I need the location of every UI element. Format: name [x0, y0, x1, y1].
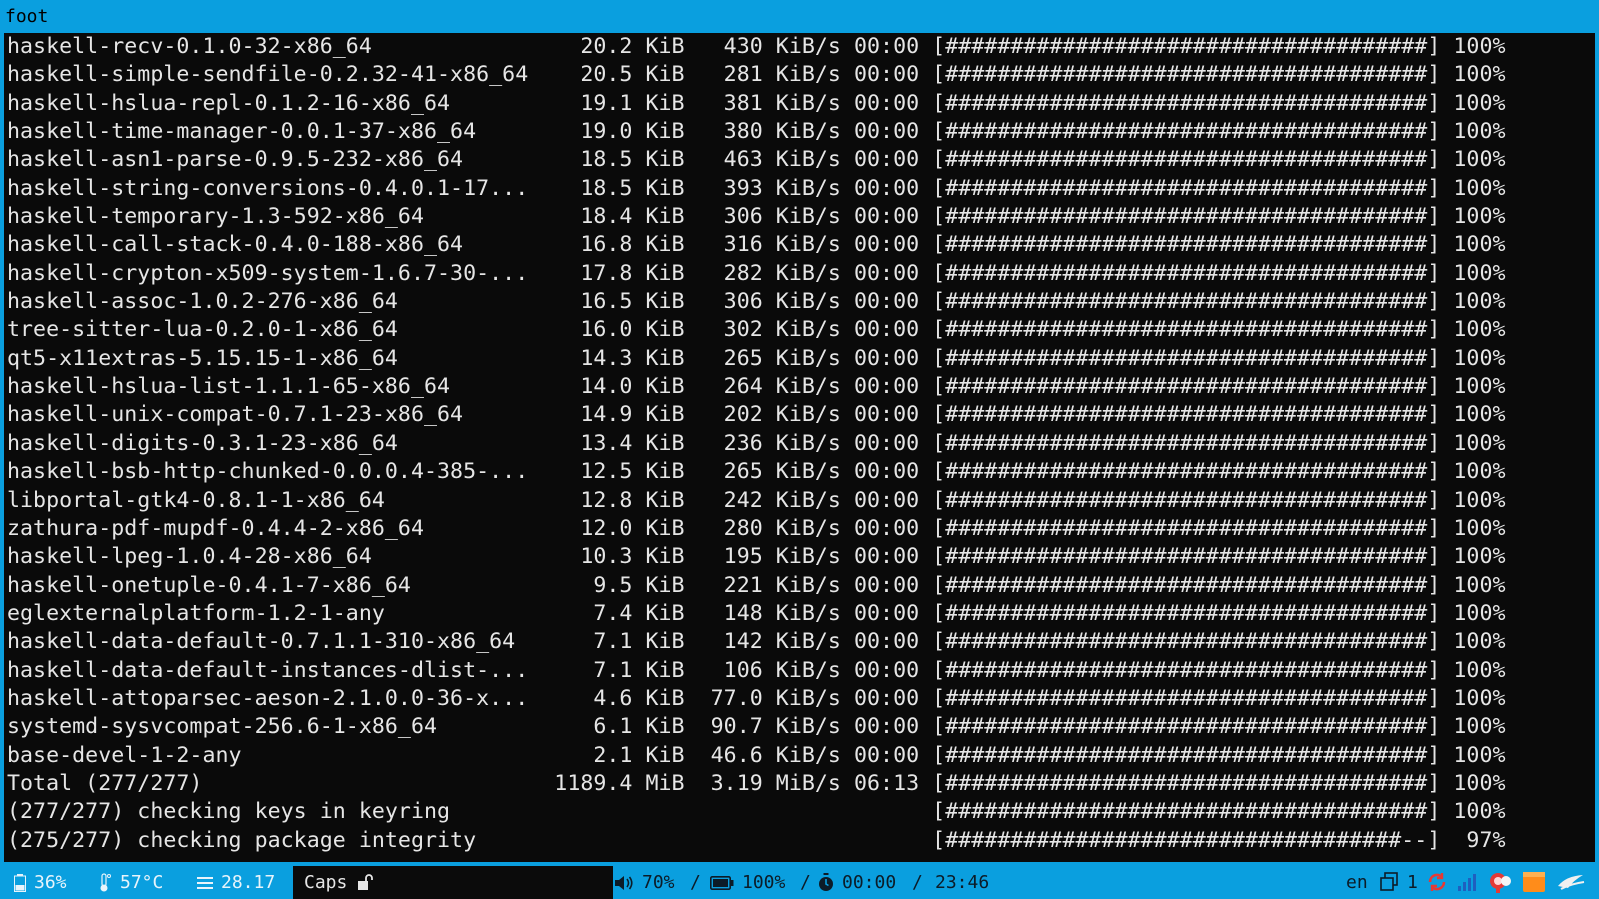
volume-value: 70%	[642, 872, 675, 893]
terminal-line: libportal-gtk4-0.8.1-1-x86_64 12.8 KiB 2…	[7, 487, 1506, 513]
thermometer-icon	[100, 872, 111, 891]
keyboard-layout[interactable]: en	[1346, 866, 1368, 899]
caps-lock-widget[interactable]: Caps	[293, 866, 613, 899]
battery-widget[interactable]: 100%	[710, 866, 785, 899]
separator: /	[800, 872, 811, 893]
terminal-line: haskell-bsb-http-chunked-0.0.0.4-385-...…	[7, 459, 1506, 485]
keyboard-layout-value: en	[1346, 872, 1368, 893]
terminal-line: haskell-digits-0.3.1-23-x86_64 13.4 KiB …	[7, 430, 1506, 456]
app-launcher-icon[interactable]	[1556, 872, 1586, 892]
status-bar: 36% 57°C 28.17 Caps 70% / 100% / 00:00 /…	[0, 866, 1599, 899]
separator: /	[690, 872, 701, 893]
terminal-line: haskell-temporary-1.3-592-x86_64 18.4 Ki…	[7, 204, 1506, 230]
terminal-line: haskell-time-manager-0.0.1-37-x86_64 19.…	[7, 119, 1506, 145]
terminal-line: eglexternalplatform-1.2-1-any 7.4 KiB 14…	[7, 600, 1506, 626]
terminal-line: haskell-hslua-repl-0.1.2-16-x86_64 19.1 …	[7, 90, 1506, 116]
terminal-line: zathura-pdf-mupdf-0.4.4-2-x86_64 12.0 Ki…	[7, 515, 1506, 541]
terminal-line: haskell-lpeg-1.0.4-28-x86_64 10.3 KiB 19…	[7, 544, 1506, 570]
temperature-widget[interactable]: 57°C	[98, 866, 163, 899]
volume-widget[interactable]: 70%	[614, 866, 675, 899]
timer-widget[interactable]: 00:00	[818, 866, 896, 899]
stopwatch-icon	[819, 873, 833, 891]
battery-left-widget[interactable]: 36%	[14, 866, 67, 899]
terminal-line: (275/277) checking package integrity [##…	[7, 827, 1506, 853]
window-title-bar[interactable]: foot	[0, 0, 1599, 33]
window-stack-icon[interactable]	[1380, 872, 1398, 892]
clock[interactable]: 23:46	[935, 866, 989, 899]
caps-label: Caps	[304, 872, 348, 893]
battery-value: 100%	[742, 872, 786, 893]
terminal-line: haskell-attoparsec-aeson-2.1.0.0-36-x...…	[7, 685, 1506, 711]
terminal-area[interactable]: haskell-recv-0.1.0-32-x86_64 20.2 KiB 43…	[0, 33, 1599, 866]
terminal-line: tree-sitter-lua-0.2.0-1-x86_64 16.0 KiB …	[7, 317, 1506, 343]
signal-icon[interactable]	[1457, 872, 1477, 892]
unlocked-icon	[358, 874, 373, 890]
cpu-load-icon	[197, 876, 213, 889]
terminal-line: haskell-asn1-parse-0.9.5-232-x86_64 18.5…	[7, 147, 1506, 173]
terminal-line: qt5-x11extras-5.15.15-1-x86_64 14.3 KiB …	[7, 345, 1506, 371]
sync-icon[interactable]	[1427, 872, 1447, 892]
terminal-line: haskell-simple-sendfile-0.2.32-41-x86_64…	[7, 62, 1506, 88]
terminal-line: haskell-crypton-x509-system-1.6.7-30-...…	[7, 260, 1506, 286]
terminal-line: haskell-call-stack-0.4.0-188-x86_64 16.8…	[7, 232, 1506, 258]
terminal-line: base-devel-1-2-any 2.1 KiB 46.6 KiB/s 00…	[7, 742, 1506, 768]
notification-icon[interactable]	[1489, 872, 1513, 894]
terminal-line: haskell-data-default-instances-dlist-...…	[7, 657, 1506, 683]
terminal-output: haskell-recv-0.1.0-32-x86_64 20.2 KiB 43…	[7, 33, 1595, 855]
clock-value: 23:46	[935, 872, 990, 893]
workspace-number[interactable]: 1	[1407, 866, 1418, 899]
folder-icon[interactable]	[1523, 872, 1545, 892]
temperature-value: 57°C	[120, 872, 164, 893]
window-title: foot	[5, 6, 49, 27]
terminal-line: haskell-onetuple-0.4.1-7-x86_64 9.5 KiB …	[7, 572, 1506, 598]
timer-value: 00:00	[842, 872, 897, 893]
terminal-line: haskell-assoc-1.0.2-276-x86_64 16.5 KiB …	[7, 289, 1506, 315]
load-value: 28.17	[221, 872, 276, 893]
terminal-line: haskell-hslua-list-1.1.1-65-x86_64 14.0 …	[7, 374, 1506, 400]
speaker-icon	[615, 875, 633, 890]
terminal-line: haskell-string-conversions-0.4.0.1-17...…	[7, 175, 1506, 201]
terminal-line: haskell-unix-compat-0.7.1-23-x86_64 14.9…	[7, 402, 1506, 428]
terminal-line: haskell-data-default-0.7.1.1-310-x86_64 …	[7, 629, 1506, 655]
terminal-line: systemd-sysvcompat-256.6-1-x86_64 6.1 Ki…	[7, 714, 1506, 740]
battery-left-value: 36%	[34, 872, 67, 893]
battery-icon	[710, 875, 734, 890]
battery-icon	[14, 873, 26, 892]
terminal-line: Total (277/277) 1189.4 MiB 3.19 MiB/s 06…	[7, 770, 1506, 796]
separator: /	[912, 872, 923, 893]
load-widget[interactable]: 28.17	[197, 866, 275, 899]
terminal-line: haskell-recv-0.1.0-32-x86_64 20.2 KiB 43…	[7, 34, 1506, 59]
terminal-line: (277/277) checking keys in keyring [####…	[7, 799, 1506, 825]
